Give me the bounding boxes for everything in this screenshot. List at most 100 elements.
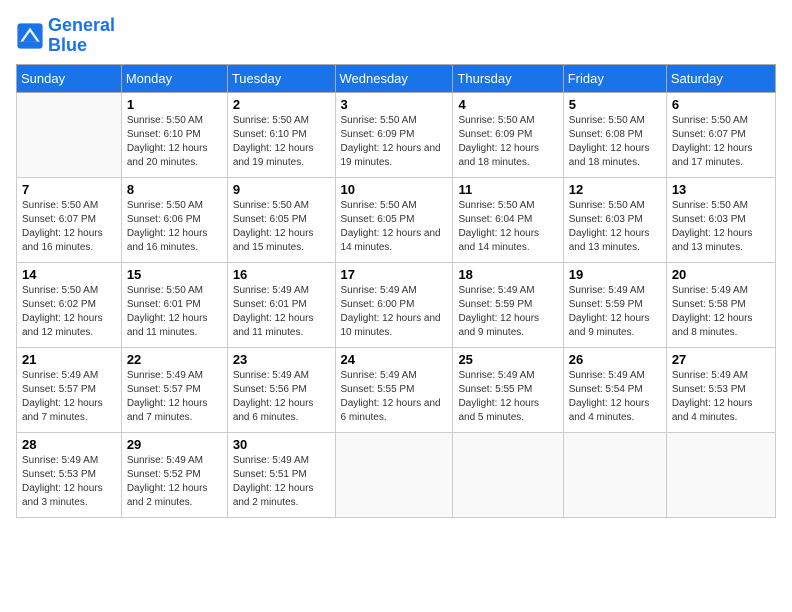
day-info: Sunrise: 5:50 AMSunset: 6:07 PMDaylight:… (672, 114, 770, 170)
header-day-monday: Monday (121, 64, 227, 92)
calendar-cell: 24 Sunrise: 5:49 AMSunset: 5:55 PMDayligh… (335, 347, 453, 432)
logo: General Blue (16, 16, 115, 56)
day-info: Sunrise: 5:49 AMSunset: 5:58 PMDaylight:… (672, 284, 770, 340)
day-info: Sunrise: 5:50 AMSunset: 6:09 PMDaylight:… (458, 114, 557, 170)
day-number: 3 (341, 97, 448, 112)
day-number: 4 (458, 97, 557, 112)
calendar-cell: 29Sunrise: 5:49 AMSunset: 5:52 PMDayligh… (121, 432, 227, 517)
calendar-cell: 13 Sunrise: 5:50 AMSunset: 6:03 PMDayligh… (666, 177, 775, 262)
day-info: Sunrise: 5:49 AMSunset: 5:59 PMDaylight:… (458, 284, 557, 340)
day-info: Sunrise: 5:49 AMSunset: 5:51 PMDaylight:… (233, 454, 330, 510)
day-info: Sunrise: 5:49 AMSunset: 5:59 PMDaylight:… (569, 284, 661, 340)
day-info: Sunrise: 5:49 AMSunset: 5:54 PMDaylight:… (569, 369, 661, 425)
header-day-tuesday: Tuesday (227, 64, 335, 92)
calendar-cell: 6 Sunrise: 5:50 AMSunset: 6:07 PMDaylight… (666, 92, 775, 177)
day-info: Sunrise: 5:50 AMSunset: 6:10 PMDaylight:… (233, 114, 330, 170)
day-info: Sunrise: 5:49 AMSunset: 5:55 PMDaylight:… (458, 369, 557, 425)
day-info: Sunrise: 5:49 AMSunset: 6:01 PMDaylight:… (233, 284, 330, 340)
day-number: 26 (569, 352, 661, 367)
day-number: 20 (672, 267, 770, 282)
day-number: 17 (341, 267, 448, 282)
day-number: 27 (672, 352, 770, 367)
day-number: 16 (233, 267, 330, 282)
day-number: 18 (458, 267, 557, 282)
day-info: Sunrise: 5:49 AMSunset: 6:00 PMDaylight:… (341, 284, 448, 340)
day-number: 28 (22, 437, 116, 452)
day-number: 23 (233, 352, 330, 367)
day-number: 22 (127, 352, 222, 367)
calendar-cell: 7 Sunrise: 5:50 AMSunset: 6:07 PMDaylight… (17, 177, 122, 262)
header-day-friday: Friday (563, 64, 666, 92)
day-number: 13 (672, 182, 770, 197)
calendar-cell: 25Sunrise: 5:49 AMSunset: 5:55 PMDayligh… (453, 347, 563, 432)
day-number: 5 (569, 97, 661, 112)
day-info: Sunrise: 5:49 AMSunset: 5:56 PMDaylight:… (233, 369, 330, 425)
day-number: 29 (127, 437, 222, 452)
calendar-cell: 30 Sunrise: 5:49 AMSunset: 5:51 PMDayligh… (227, 432, 335, 517)
day-number: 1 (127, 97, 222, 112)
day-number: 10 (341, 182, 448, 197)
day-number: 9 (233, 182, 330, 197)
day-info: Sunrise: 5:49 AMSunset: 5:55 PMDaylight:… (341, 369, 448, 425)
day-number: 19 (569, 267, 661, 282)
day-info: Sunrise: 5:50 AMSunset: 6:10 PMDaylight:… (127, 114, 222, 170)
calendar-cell: 11Sunrise: 5:50 AMSunset: 6:04 PMDayligh… (453, 177, 563, 262)
week-row-1: 7 Sunrise: 5:50 AMSunset: 6:07 PMDaylight… (17, 177, 776, 262)
day-info: Sunrise: 5:50 AMSunset: 6:05 PMDaylight:… (341, 199, 448, 255)
day-number: 30 (233, 437, 330, 452)
header-day-saturday: Saturday (666, 64, 775, 92)
day-info: Sunrise: 5:50 AMSunset: 6:05 PMDaylight:… (233, 199, 330, 255)
day-info: Sunrise: 5:50 AMSunset: 6:02 PMDaylight:… (22, 284, 116, 340)
day-number: 24 (341, 352, 448, 367)
calendar-cell: 18 Sunrise: 5:49 AMSunset: 5:59 PMDayligh… (453, 262, 563, 347)
calendar-cell: 12Sunrise: 5:50 AMSunset: 6:03 PMDayligh… (563, 177, 666, 262)
calendar-cell: 3 Sunrise: 5:50 AMSunset: 6:09 PMDaylight… (335, 92, 453, 177)
day-info: Sunrise: 5:50 AMSunset: 6:06 PMDaylight:… (127, 199, 222, 255)
day-number: 8 (127, 182, 222, 197)
day-info: Sunrise: 5:49 AMSunset: 5:57 PMDaylight:… (22, 369, 116, 425)
calendar-cell (17, 92, 122, 177)
calendar-cell: 21 Sunrise: 5:49 AMSunset: 5:57 PMDayligh… (17, 347, 122, 432)
calendar-cell: 22 Sunrise: 5:49 AMSunset: 5:57 PMDayligh… (121, 347, 227, 432)
days-header-row: SundayMondayTuesdayWednesdayThursdayFrid… (17, 64, 776, 92)
day-info: Sunrise: 5:50 AMSunset: 6:09 PMDaylight:… (341, 114, 448, 170)
header: General Blue (16, 16, 776, 56)
calendar-cell: 27Sunrise: 5:49 AMSunset: 5:53 PMDayligh… (666, 347, 775, 432)
calendar-cell: 1 Sunrise: 5:50 AMSunset: 6:10 PMDaylight… (121, 92, 227, 177)
day-info: Sunrise: 5:49 AMSunset: 5:53 PMDaylight:… (22, 454, 116, 510)
week-row-3: 21 Sunrise: 5:49 AMSunset: 5:57 PMDayligh… (17, 347, 776, 432)
day-number: 6 (672, 97, 770, 112)
calendar-cell: 23 Sunrise: 5:49 AMSunset: 5:56 PMDayligh… (227, 347, 335, 432)
calendar-table: SundayMondayTuesdayWednesdayThursdayFrid… (16, 64, 776, 518)
header-day-sunday: Sunday (17, 64, 122, 92)
day-number: 12 (569, 182, 661, 197)
calendar-cell: 28 Sunrise: 5:49 AMSunset: 5:53 PMDayligh… (17, 432, 122, 517)
week-row-0: 1 Sunrise: 5:50 AMSunset: 6:10 PMDaylight… (17, 92, 776, 177)
day-number: 14 (22, 267, 116, 282)
calendar-cell (453, 432, 563, 517)
day-info: Sunrise: 5:49 AMSunset: 5:57 PMDaylight:… (127, 369, 222, 425)
header-day-wednesday: Wednesday (335, 64, 453, 92)
day-info: Sunrise: 5:50 AMSunset: 6:04 PMDaylight:… (458, 199, 557, 255)
day-number: 2 (233, 97, 330, 112)
header-day-thursday: Thursday (453, 64, 563, 92)
calendar-cell: 19 Sunrise: 5:49 AMSunset: 5:59 PMDayligh… (563, 262, 666, 347)
week-row-4: 28 Sunrise: 5:49 AMSunset: 5:53 PMDayligh… (17, 432, 776, 517)
day-info: Sunrise: 5:50 AMSunset: 6:07 PMDaylight:… (22, 199, 116, 255)
calendar-cell: 26 Sunrise: 5:49 AMSunset: 5:54 PMDayligh… (563, 347, 666, 432)
week-row-2: 14 Sunrise: 5:50 AMSunset: 6:02 PMDayligh… (17, 262, 776, 347)
day-info: Sunrise: 5:50 AMSunset: 6:03 PMDaylight:… (672, 199, 770, 255)
day-info: Sunrise: 5:50 AMSunset: 6:08 PMDaylight:… (569, 114, 661, 170)
calendar-cell (335, 432, 453, 517)
calendar-cell: 4 Sunrise: 5:50 AMSunset: 6:09 PMDaylight… (453, 92, 563, 177)
day-number: 7 (22, 182, 116, 197)
calendar-cell: 2 Sunrise: 5:50 AMSunset: 6:10 PMDaylight… (227, 92, 335, 177)
calendar-cell: 8 Sunrise: 5:50 AMSunset: 6:06 PMDaylight… (121, 177, 227, 262)
calendar-cell: 16 Sunrise: 5:49 AMSunset: 6:01 PMDayligh… (227, 262, 335, 347)
logo-icon (16, 22, 44, 50)
calendar-cell: 17 Sunrise: 5:49 AMSunset: 6:00 PMDayligh… (335, 262, 453, 347)
calendar-cell: 15Sunrise: 5:50 AMSunset: 6:01 PMDayligh… (121, 262, 227, 347)
day-number: 21 (22, 352, 116, 367)
day-number: 15 (127, 267, 222, 282)
logo-text: General Blue (48, 16, 115, 56)
